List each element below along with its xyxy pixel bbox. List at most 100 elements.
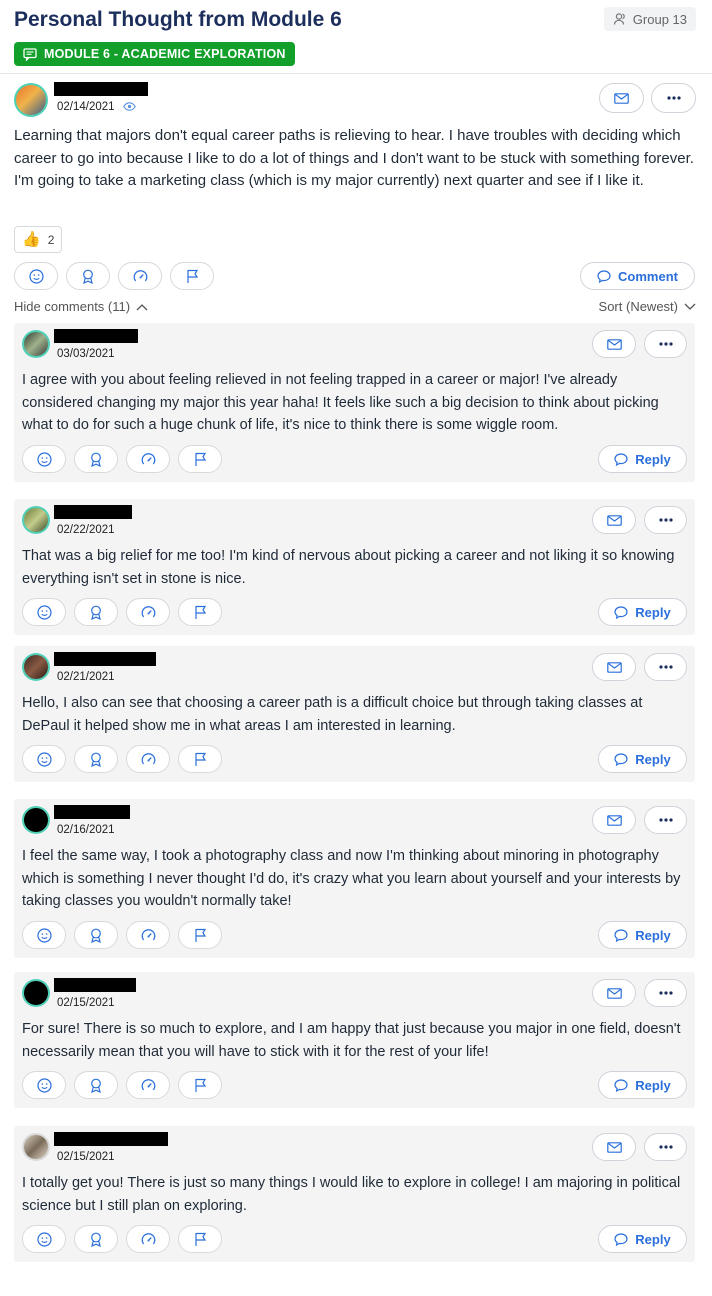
flag-button[interactable]	[178, 1225, 222, 1253]
ellipsis-icon	[658, 665, 673, 669]
more-options-button[interactable]	[644, 806, 687, 834]
gauge-icon	[141, 605, 155, 617]
group-label: Group 13	[632, 11, 687, 27]
flag-button[interactable]	[170, 262, 214, 290]
reply-button[interactable]: Reply	[598, 598, 687, 626]
sort-dropdown[interactable]: Sort (Newest)	[599, 299, 696, 314]
react-smile-button[interactable]	[22, 1225, 66, 1253]
react-smile-button[interactable]	[22, 921, 66, 949]
more-options-button[interactable]	[644, 506, 687, 534]
react-smile-button[interactable]	[22, 445, 66, 473]
page-title: Personal Thought from Module 6	[14, 8, 342, 31]
react-gauge-button[interactable]	[126, 445, 170, 473]
react-award-button[interactable]	[74, 598, 118, 626]
avatar[interactable]	[22, 1133, 50, 1161]
more-options-button[interactable]	[644, 979, 687, 1007]
group-icon	[613, 13, 625, 25]
comment-date: 02/15/2021	[57, 1151, 115, 1163]
react-smile-button[interactable]	[22, 1071, 66, 1099]
envelope-icon	[606, 514, 622, 526]
react-smile-button[interactable]	[22, 598, 66, 626]
gauge-icon	[141, 1078, 155, 1090]
react-gauge-button[interactable]	[126, 1225, 170, 1253]
flag-button[interactable]	[178, 598, 222, 626]
award-icon	[91, 928, 101, 943]
flag-button[interactable]	[178, 445, 222, 473]
comment-body: I feel the same way, I took a photograph…	[22, 848, 681, 909]
avatar[interactable]	[22, 506, 50, 534]
react-award-button[interactable]	[74, 745, 118, 773]
reply-button[interactable]: Reply	[598, 445, 687, 473]
award-icon	[91, 752, 101, 767]
more-options-button[interactable]	[644, 1133, 687, 1161]
group-chip[interactable]: Group 13	[603, 7, 696, 31]
react-award-button[interactable]	[74, 921, 118, 949]
module-badge[interactable]: MODULE 6 - ACADEMIC EXPLORATION	[14, 42, 295, 66]
react-gauge-button[interactable]	[126, 1071, 170, 1099]
hide-comments-toggle[interactable]: Hide comments (11)	[14, 299, 148, 314]
ellipsis-icon	[658, 991, 673, 995]
post-header: Personal Thought from Module 6 Group 13 …	[0, 0, 712, 74]
ellipsis-icon	[658, 1145, 673, 1149]
redacted-author-name	[54, 805, 130, 819]
eye-icon	[123, 102, 136, 111]
react-smile-button[interactable]	[14, 262, 58, 290]
message-button[interactable]	[592, 1133, 636, 1161]
flag-icon	[186, 269, 198, 283]
flag-button[interactable]	[178, 1071, 222, 1099]
envelope-icon	[606, 338, 622, 350]
comment-card: 02/15/2021 For sure! There is so much to…	[14, 972, 695, 1108]
speech-bubble-icon	[614, 928, 628, 942]
reply-button[interactable]: Reply	[598, 921, 687, 949]
message-button[interactable]	[592, 506, 636, 534]
avatar[interactable]	[22, 653, 50, 681]
reply-button-label: Reply	[635, 751, 671, 767]
react-smile-button[interactable]	[22, 745, 66, 773]
smile-icon	[36, 1231, 52, 1247]
more-options-button[interactable]	[644, 653, 687, 681]
message-button[interactable]	[592, 653, 636, 681]
avatar[interactable]	[22, 806, 50, 834]
avatar[interactable]	[22, 979, 50, 1007]
reply-button[interactable]: Reply	[598, 1071, 687, 1099]
sort-label: Sort (Newest)	[598, 299, 678, 314]
avatar[interactable]	[22, 330, 50, 358]
smile-icon	[36, 751, 52, 767]
react-award-button[interactable]	[74, 1225, 118, 1253]
more-options-button[interactable]	[644, 330, 687, 358]
flag-icon	[194, 1232, 206, 1246]
like-reaction-chip[interactable]: 👍 2	[14, 226, 63, 253]
flag-icon	[194, 1078, 206, 1092]
react-award-button[interactable]	[66, 262, 110, 290]
react-gauge-button[interactable]	[126, 745, 170, 773]
message-button[interactable]	[592, 330, 636, 358]
flag-button[interactable]	[178, 745, 222, 773]
comment-date: 02/22/2021	[57, 524, 115, 536]
speech-bubble-icon	[614, 1232, 628, 1246]
comment-button[interactable]: Comment	[580, 262, 695, 290]
hide-comments-label: Hide comments (11)	[14, 299, 131, 314]
more-options-button[interactable]	[651, 83, 696, 113]
gauge-icon	[133, 269, 147, 281]
react-award-button[interactable]	[74, 1071, 118, 1099]
react-gauge-button[interactable]	[126, 598, 170, 626]
message-button[interactable]	[599, 83, 644, 113]
award-icon	[91, 605, 101, 620]
flag-icon	[194, 928, 206, 942]
speech-bubble-icon	[597, 269, 611, 283]
flag-button[interactable]	[178, 921, 222, 949]
reply-button[interactable]: Reply	[598, 745, 687, 773]
react-gauge-button[interactable]	[118, 262, 162, 290]
like-count: 2	[47, 232, 55, 247]
message-button[interactable]	[592, 806, 636, 834]
ellipsis-icon	[658, 518, 673, 522]
envelope-icon	[606, 661, 622, 673]
redacted-author-name	[54, 82, 148, 96]
reply-button-label: Reply	[635, 1231, 671, 1247]
award-icon	[91, 1232, 101, 1247]
message-button[interactable]	[592, 979, 636, 1007]
reply-button[interactable]: Reply	[598, 1225, 687, 1253]
react-award-button[interactable]	[74, 445, 118, 473]
react-gauge-button[interactable]	[126, 921, 170, 949]
avatar[interactable]	[14, 83, 48, 117]
